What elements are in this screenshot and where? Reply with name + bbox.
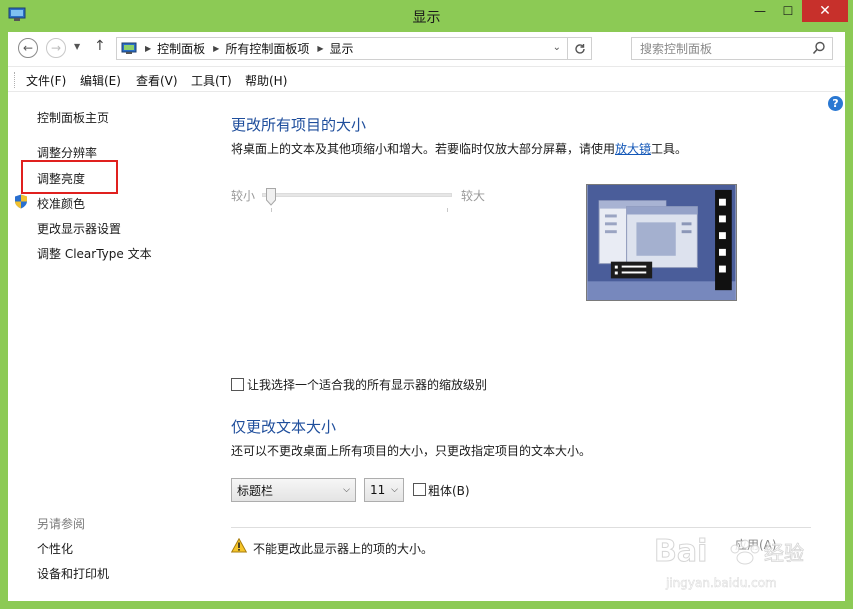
warning-message: 不能更改此显示器上的项的大小。 (253, 542, 434, 556)
size-slider-track[interactable] (262, 193, 452, 197)
back-button[interactable]: ← (18, 38, 38, 58)
see-also-title: 另请参阅 (37, 517, 86, 531)
forward-button[interactable]: → (46, 38, 66, 58)
window-content: ← → ▼ ↑ ▶ 控制面板 ▶ 所有控制面板项 ▶ 显示 ⌄ 搜索控制面板 文… (8, 32, 845, 601)
size-desc-suffix: 工具。 (651, 142, 688, 156)
maximize-button[interactable]: ☐ (774, 0, 802, 22)
sidebar-item-calibrate-color[interactable]: 校准颜色 (37, 195, 85, 212)
breadcrumb-display[interactable]: 显示 (330, 40, 354, 57)
breadcrumb-all-items[interactable]: 所有控制面板项 (225, 40, 309, 57)
slider-label-small: 较小 (231, 189, 256, 203)
slider-tick (271, 208, 272, 212)
chevron-down-icon: ⌵ (343, 485, 350, 495)
size-section-heading: 更改所有项目的大小 (231, 116, 367, 134)
close-button[interactable]: ✕ (802, 0, 848, 22)
size-slider-thumb[interactable] (266, 188, 276, 206)
control-panel-icon (121, 42, 137, 54)
text-size-description: 还可以不更改桌面上所有项目的大小，只更改指定项目的文本大小。 (231, 444, 592, 458)
breadcrumb-separator: ▶ (213, 44, 220, 53)
address-history-dropdown[interactable]: ⌄ (553, 42, 561, 53)
address-bar[interactable]: ▶ 控制面板 ▶ 所有控制面板项 ▶ 显示 ⌄ (116, 37, 592, 60)
text-item-select-value: 标题栏 (237, 483, 274, 498)
refresh-icon (574, 43, 585, 54)
watermark-brand-suffix: 经验 (764, 541, 804, 565)
baidu-watermark: Bai 经验 jingyan.baidu.com (654, 534, 805, 591)
breadcrumb-separator: ▶ (145, 44, 152, 53)
sidebar-item-devices-printers[interactable]: 设备和打印机 (37, 565, 109, 582)
highlight-annotation (21, 160, 118, 194)
custom-scaling-label[interactable]: 让我选择一个适合我的所有显示器的缩放级别 (247, 376, 487, 393)
minimize-button[interactable]: — (746, 0, 774, 22)
menu-bar: 文件(F) 编辑(E) 查看(V) 工具(T) 帮助(H) (8, 66, 845, 92)
text-size-section-heading: 仅更改文本大小 (231, 418, 337, 436)
recent-pages-dropdown[interactable]: ▼ (74, 42, 80, 51)
search-icon[interactable] (812, 41, 826, 55)
size-section-description: 将桌面上的文本及其他项缩小和增大。若要临时仅放大部分屏幕，请使用放大镜工具。 (231, 140, 687, 157)
title-bar[interactable]: 显示 — ☐ ✕ (0, 0, 853, 32)
breadcrumb-control-panel[interactable]: 控制面板 (157, 40, 205, 57)
font-size-select-value: 11 (370, 483, 386, 497)
menu-edit[interactable]: 编辑(E) (80, 72, 121, 89)
magnifier-link[interactable]: 放大镜 (615, 142, 651, 156)
custom-scaling-checkbox[interactable] (231, 378, 244, 391)
sidebar-item-resolution[interactable]: 调整分辨率 (37, 144, 97, 161)
display-preview-image (586, 184, 737, 301)
menu-help[interactable]: 帮助(H) (245, 72, 287, 89)
help-icon[interactable]: ? (828, 96, 843, 111)
search-box[interactable] (631, 37, 833, 60)
menu-tools[interactable]: 工具(T) (191, 72, 232, 89)
up-button[interactable]: ↑ (94, 38, 106, 54)
menu-grip (14, 72, 16, 88)
font-size-select[interactable]: 11 ⌵ (364, 478, 404, 502)
breadcrumb-separator: ▶ (317, 44, 324, 53)
navigation-bar: ← → ▼ ↑ ▶ 控制面板 ▶ 所有控制面板项 ▶ 显示 ⌄ (8, 32, 845, 64)
refresh-button[interactable] (567, 38, 591, 59)
slider-tick (447, 208, 448, 212)
paw-icon (730, 539, 760, 565)
sidebar-home-link[interactable]: 控制面板主页 (37, 109, 109, 126)
watermark-brand: Bai (654, 534, 707, 569)
menu-file[interactable]: 文件(F) (26, 72, 66, 89)
watermark-url: jingyan.baidu.com (665, 576, 777, 590)
text-item-select[interactable]: 标题栏 ⌵ (231, 478, 356, 502)
sidebar-item-cleartype[interactable]: 调整 ClearType 文本 (37, 245, 152, 262)
bold-label[interactable]: 粗体(B) (428, 482, 470, 499)
control-panel-window: 显示 — ☐ ✕ ← → ▼ ↑ ▶ 控制面板 ▶ 所有控制面板项 ▶ 显示 ⌄… (0, 0, 853, 609)
warning-icon (231, 538, 247, 553)
menu-view[interactable]: 查看(V) (136, 72, 178, 89)
size-desc-text: 将桌面上的文本及其他项缩小和增大。若要临时仅放大部分屏幕，请使用 (231, 142, 616, 156)
bold-checkbox[interactable] (413, 483, 426, 496)
search-input[interactable] (632, 38, 808, 59)
sidebar-item-display-settings[interactable]: 更改显示器设置 (37, 220, 121, 237)
slider-label-large: 较大 (461, 189, 486, 203)
sidebar-item-personalization[interactable]: 个性化 (37, 540, 73, 557)
chevron-down-icon: ⌵ (391, 485, 398, 495)
shield-icon (15, 194, 27, 209)
window-title: 显示 (412, 10, 441, 26)
